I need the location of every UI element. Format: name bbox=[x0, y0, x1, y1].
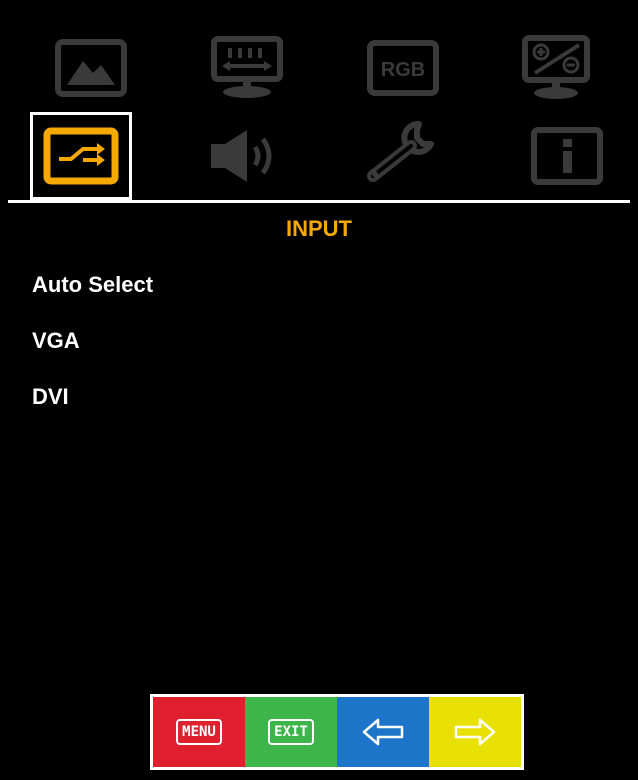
exit-key[interactable]: EXIT bbox=[245, 697, 337, 767]
exit-key-label: EXIT bbox=[268, 719, 314, 745]
tab-rgb[interactable]: RGB bbox=[352, 28, 454, 108]
menu-tabs: RGB bbox=[8, 8, 630, 200]
tab-picture[interactable] bbox=[40, 28, 142, 108]
menu-title: INPUT bbox=[286, 216, 352, 241]
arrow-right-icon bbox=[454, 718, 496, 746]
menu-key-label: MENU bbox=[176, 719, 222, 745]
menu-item-auto-select[interactable]: Auto Select bbox=[32, 272, 153, 298]
menu-divider bbox=[8, 200, 630, 203]
picture-icon bbox=[55, 39, 127, 97]
right-key[interactable] bbox=[429, 697, 521, 767]
tab-display-position[interactable] bbox=[196, 28, 298, 108]
speaker-icon bbox=[211, 130, 272, 182]
tab-information[interactable] bbox=[516, 116, 618, 196]
tab-input[interactable] bbox=[30, 112, 132, 200]
left-key[interactable] bbox=[337, 697, 429, 767]
osd-menu: RGB INPUT Auto Select VGA DVI MENU EXIT bbox=[8, 8, 630, 772]
menu-key[interactable]: MENU bbox=[153, 697, 245, 767]
wrench-icon bbox=[367, 121, 434, 182]
input-icon bbox=[43, 127, 119, 185]
menu-item-vga[interactable]: VGA bbox=[32, 328, 80, 354]
info-icon bbox=[531, 127, 603, 185]
rgb-icon: RGB bbox=[367, 40, 439, 96]
tab-audio[interactable] bbox=[196, 116, 298, 196]
menu-item-dvi[interactable]: DVI bbox=[32, 384, 69, 410]
key-guide: MENU EXIT bbox=[150, 694, 524, 770]
arrow-left-icon bbox=[362, 718, 404, 746]
tab-setup[interactable] bbox=[352, 112, 454, 192]
zoom-icon bbox=[522, 35, 590, 99]
tab-zoom[interactable] bbox=[506, 28, 608, 108]
display-position-icon bbox=[211, 36, 283, 98]
rgb-icon-label: RGB bbox=[381, 59, 425, 81]
